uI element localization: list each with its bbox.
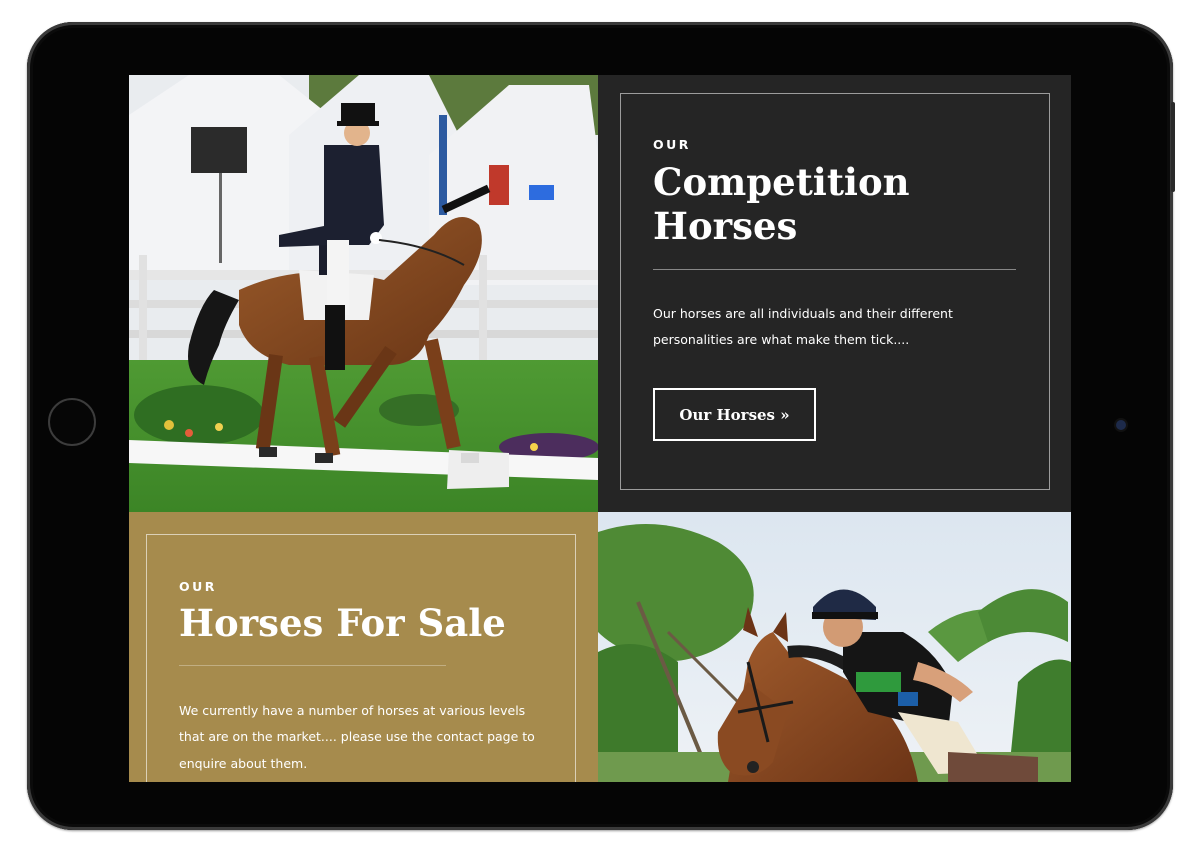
front-camera	[1116, 420, 1126, 430]
dressage-illustration	[129, 75, 598, 512]
sale-description-line3: enquire about them.	[179, 756, 308, 771]
our-horses-button[interactable]: Our Horses »	[653, 388, 816, 441]
side-button	[1171, 102, 1175, 192]
competition-title-line2: Horses	[653, 204, 798, 248]
competition-title-line1: Competition	[653, 160, 910, 204]
sale-title: Horses For Sale	[179, 601, 506, 645]
sale-description-line1: We currently have a number of horses at …	[179, 703, 526, 718]
title-divider	[653, 269, 1016, 270]
home-button[interactable]	[48, 398, 96, 446]
cross-country-illustration	[598, 512, 1071, 782]
sale-eyebrow: OUR	[179, 579, 217, 594]
horses-for-sale-panel: OUR Horses For Sale We currently have a …	[129, 512, 598, 782]
competition-eyebrow: OUR	[653, 137, 691, 152]
competition-description-line1: Our horses are all individuals and their…	[653, 306, 953, 321]
cross-country-photo	[598, 512, 1071, 782]
dressage-photo	[129, 75, 598, 512]
sale-description-line2: that are on the market.... please use th…	[179, 729, 535, 744]
competition-horses-panel: OUR Competition Horses Our horses are al…	[598, 75, 1071, 512]
title-divider	[179, 665, 446, 666]
competition-description-line2: personalities are what make them tick...…	[653, 332, 910, 347]
tablet-screen: OUR Competition Horses Our horses are al…	[129, 75, 1071, 782]
